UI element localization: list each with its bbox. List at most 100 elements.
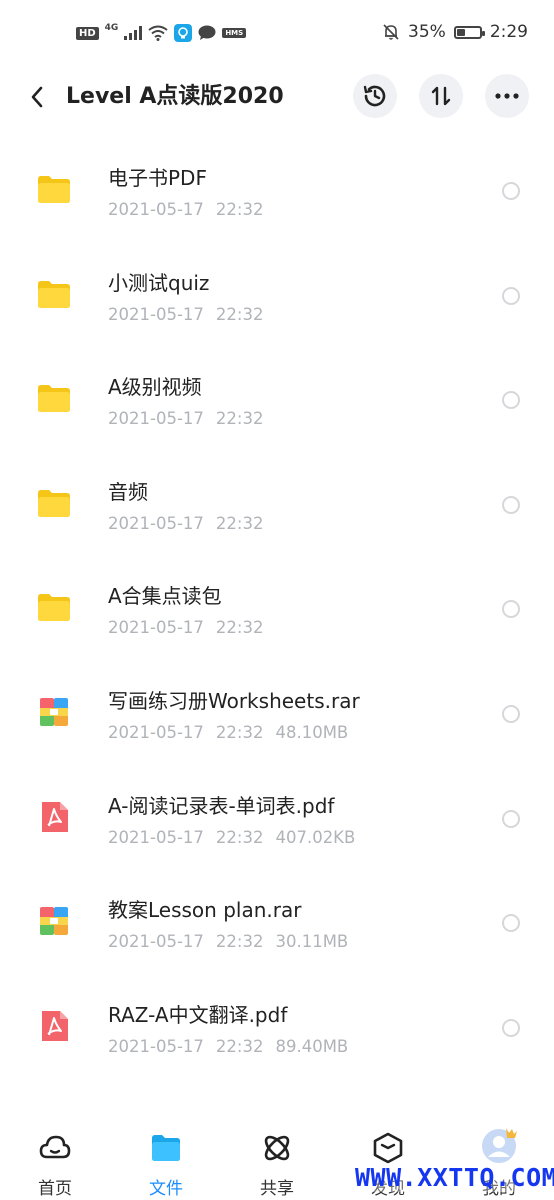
file-row[interactable]: 写画练习册Worksheets.rar 2021-05-17 22:32 48.10M… bbox=[0, 663, 554, 768]
file-time: 22:32 bbox=[215, 200, 264, 219]
file-date: 2021-05-17 bbox=[108, 513, 204, 533]
file-name: 小测试quiz bbox=[108, 270, 210, 295]
file-meta: 2021-05-17 22:32 89.40MB bbox=[108, 1037, 360, 1056]
folder-icon bbox=[38, 594, 70, 622]
file-time: 22:32 bbox=[215, 827, 264, 847]
atom-icon bbox=[264, 1135, 290, 1161]
file-row[interactable]: RAZ-A中文翻译.pdf 2021-05-17 22:32 89.40MB bbox=[0, 977, 554, 1082]
hms-badge: HMS bbox=[222, 28, 247, 38]
file-meta: 2021-05-17 22:32 407.02KB bbox=[108, 828, 367, 847]
file-time: 22:32 bbox=[215, 409, 264, 429]
select-radio[interactable] bbox=[502, 1018, 520, 1037]
folder-icon bbox=[38, 489, 70, 517]
folder-icon bbox=[38, 385, 70, 413]
file-meta: 2021-05-17 22:32 48.10MB bbox=[108, 723, 360, 742]
file-row[interactable]: 电子书PDF 2021-05-17 22:32 bbox=[0, 140, 554, 245]
file-date: 2021-05-17 bbox=[108, 200, 204, 219]
signal-icon bbox=[124, 26, 143, 40]
file-row[interactable]: A级别视频 2021-05-17 22:32 bbox=[0, 349, 554, 454]
status-right: 35% 2:29 bbox=[382, 22, 528, 42]
file-date: 2021-05-17 bbox=[108, 409, 204, 429]
more-icon bbox=[495, 93, 519, 99]
battery-icon bbox=[453, 25, 485, 39]
file-name: 电子书PDF bbox=[108, 166, 207, 190]
file-time: 22:32 bbox=[215, 618, 264, 638]
mute-bell-icon bbox=[383, 24, 399, 40]
file-date: 2021-05-17 bbox=[108, 1036, 204, 1056]
nav-label-home: 首页 bbox=[38, 1179, 72, 1199]
more-button[interactable] bbox=[485, 74, 529, 118]
file-meta: 2021-05-17 22:32 bbox=[108, 618, 275, 637]
watermark-text: WWW.XXTTQ.COM bbox=[355, 1163, 554, 1192]
file-meta: 2021-05-17 22:32 bbox=[108, 305, 275, 324]
message-icon bbox=[198, 25, 216, 40]
wifi-icon bbox=[148, 25, 168, 41]
file-meta: 2021-05-17 22:32 bbox=[108, 409, 275, 428]
select-radio[interactable] bbox=[502, 914, 520, 933]
file-name: 音频 bbox=[108, 479, 148, 504]
back-button[interactable] bbox=[22, 82, 52, 112]
file-date: 2021-05-17 bbox=[108, 827, 204, 847]
history-button[interactable] bbox=[353, 74, 397, 118]
nav-item-files[interactable]: 文件 bbox=[126, 1132, 206, 1199]
avatar-icon bbox=[482, 1128, 517, 1163]
hd-badge: HD bbox=[76, 26, 99, 40]
clock: 2:29 bbox=[489, 22, 528, 42]
folder-icon bbox=[152, 1135, 180, 1161]
file-name: A-阅读记录表-单词表.pdf bbox=[108, 793, 335, 818]
file-size: 30.11MB bbox=[275, 932, 349, 952]
nav-item-share[interactable]: 共享 bbox=[237, 1132, 317, 1199]
select-radio[interactable] bbox=[502, 809, 520, 828]
file-date: 2021-05-17 bbox=[108, 304, 204, 324]
archive-icon bbox=[40, 907, 68, 936]
select-radio[interactable] bbox=[502, 182, 520, 200]
file-name: RAZ-A中文翻译.pdf bbox=[108, 1002, 288, 1027]
archive-icon bbox=[40, 697, 68, 726]
file-row[interactable]: 音频 2021-05-17 22:32 bbox=[0, 454, 554, 559]
folder-icon bbox=[38, 176, 70, 203]
file-meta: 2021-05-17 22:32 bbox=[108, 200, 275, 219]
select-radio[interactable] bbox=[502, 286, 520, 305]
cloud-icon bbox=[39, 1135, 71, 1159]
status-bar: HD 4G HMS 35% 2:29 bbox=[0, 0, 554, 68]
file-date: 2021-05-17 bbox=[108, 722, 204, 742]
nav-label-share: 共享 bbox=[260, 1179, 294, 1199]
file-date: 2021-05-17 bbox=[108, 932, 204, 952]
pdf-icon bbox=[42, 801, 68, 832]
page-title: Level A点读版2020 bbox=[66, 84, 284, 109]
sort-button[interactable] bbox=[419, 74, 463, 118]
sort-icon bbox=[431, 86, 451, 106]
select-radio[interactable] bbox=[502, 391, 520, 410]
file-row[interactable]: A-阅读记录表-单词表.pdf 2021-05-17 22:32 407.02KB bbox=[0, 768, 554, 873]
file-row[interactable]: A合集点读包 2021-05-17 22:32 bbox=[0, 558, 554, 663]
box-icon bbox=[373, 1132, 403, 1164]
file-size: 48.10MB bbox=[275, 722, 349, 742]
status-left: HD 4G HMS bbox=[76, 23, 247, 42]
file-name: 教案Lesson plan.rar bbox=[108, 898, 302, 923]
file-date: 2021-05-17 bbox=[108, 618, 204, 638]
file-size: 89.40MB bbox=[275, 1036, 349, 1056]
file-row[interactable]: 小测试quiz 2021-05-17 22:32 bbox=[0, 245, 554, 350]
file-name: 写画练习册Worksheets.rar bbox=[108, 688, 360, 713]
file-time: 22:32 bbox=[215, 1036, 264, 1056]
history-icon bbox=[363, 85, 386, 107]
back-arrow-icon bbox=[31, 86, 43, 108]
file-time: 22:32 bbox=[215, 513, 264, 533]
select-radio[interactable] bbox=[502, 600, 520, 619]
file-row[interactable]: 教案Lesson plan.rar 2021-05-17 22:32 30.11MB bbox=[0, 872, 554, 977]
file-meta: 2021-05-17 22:32 30.11MB bbox=[108, 932, 360, 951]
nav-item-home[interactable]: 首页 bbox=[15, 1132, 95, 1199]
file-list: 电子书PDF 2021-05-17 22:32 小测试quiz 2021-05-17 22… bbox=[0, 140, 554, 1081]
bulb-app-icon bbox=[174, 24, 193, 42]
file-time: 22:32 bbox=[215, 932, 264, 952]
select-radio[interactable] bbox=[502, 704, 520, 723]
file-name: A合集点读包 bbox=[108, 584, 222, 609]
folder-icon bbox=[38, 280, 70, 308]
file-meta: 2021-05-17 22:32 bbox=[108, 514, 275, 533]
select-radio[interactable] bbox=[502, 495, 520, 514]
network-type: 4G bbox=[104, 23, 119, 33]
nav-label-files: 文件 bbox=[149, 1179, 183, 1199]
battery-percent: 35% bbox=[408, 22, 446, 42]
pdf-icon bbox=[42, 1010, 68, 1041]
file-time: 22:32 bbox=[215, 722, 264, 742]
